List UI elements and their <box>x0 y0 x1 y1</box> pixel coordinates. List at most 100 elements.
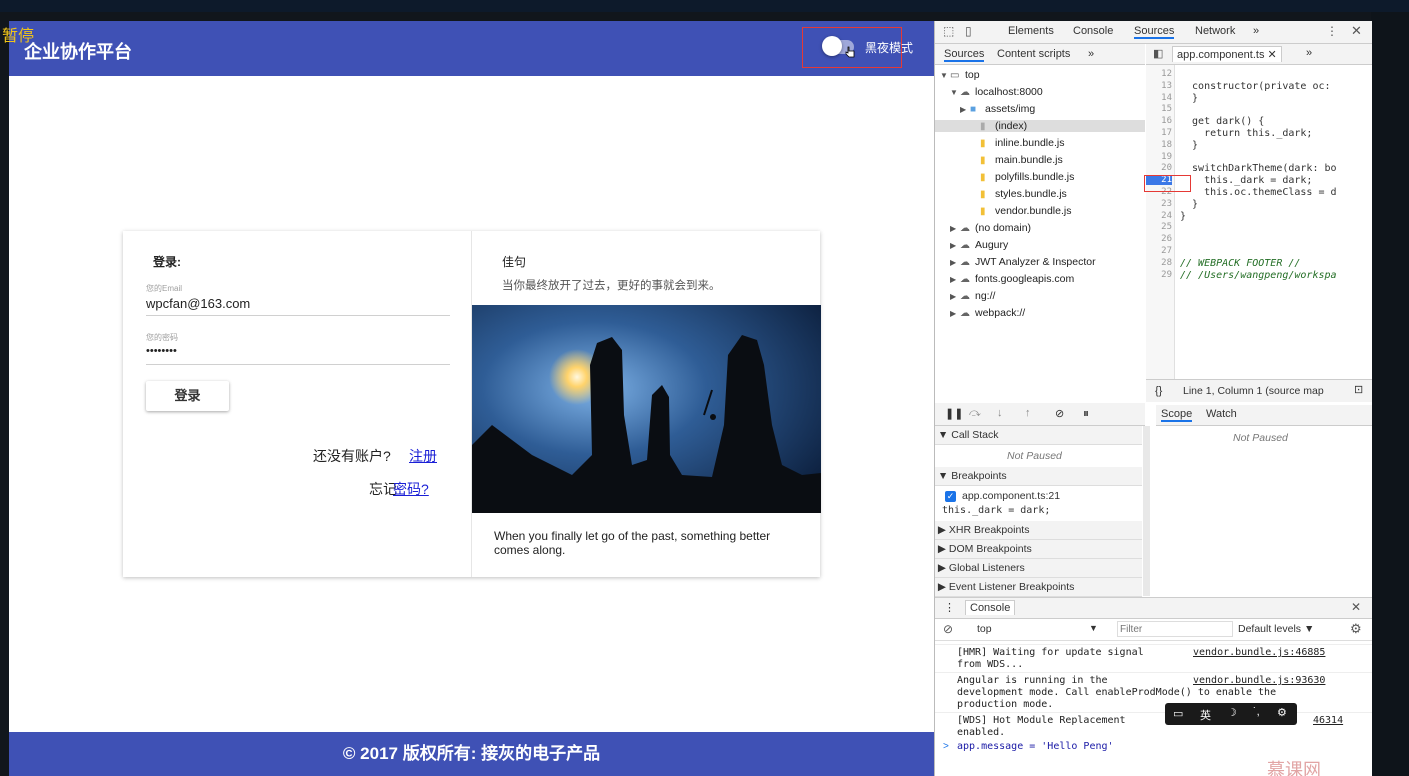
pause-on-exceptions-icon[interactable]: ⏸ <box>1083 406 1089 421</box>
tab-elements[interactable]: Elements <box>1008 25 1054 37</box>
step-into-icon[interactable]: ↓ <box>997 407 1003 419</box>
pretty-print-icon[interactable]: {} <box>1155 385 1162 397</box>
line-number[interactable]: 24 <box>1146 211 1172 221</box>
tree-toggle-icon[interactable]: ▶ <box>950 241 960 250</box>
close-drawer-icon[interactable]: ✕ <box>1351 600 1361 614</box>
line-number[interactable]: 26 <box>1146 234 1172 244</box>
tree-item[interactable]: ▮ (index) <box>935 120 1145 132</box>
forgot-password-link[interactable]: 密码? <box>393 479 429 499</box>
tree-toggle-icon[interactable]: ▶ <box>950 258 960 267</box>
xhr-breakpoints-section[interactable]: ▶ XHR Breakpoints <box>935 521 1142 540</box>
password-field[interactable]: •••••••• <box>146 345 177 357</box>
tree-toggle-icon[interactable]: ▶ <box>950 309 960 318</box>
context-dropdown-icon[interactable]: ▼ <box>1089 623 1098 633</box>
line-number[interactable]: 28 <box>1146 258 1172 268</box>
keyboard-icon[interactable]: ▭ <box>1173 707 1183 720</box>
tree-item[interactable]: ▼ ☁ localhost:8000 <box>950 86 1043 98</box>
code-editor[interactable]: 12 13 constructor(private oc: 14 } 15 16 get… <box>1146 65 1372 379</box>
close-tab-icon[interactable]: ✕ <box>1268 49 1277 61</box>
register-link[interactable]: 注册 <box>409 446 437 466</box>
call-stack-section[interactable]: ▼ Call Stack <box>935 426 1142 445</box>
step-over-icon[interactable]: ⤼ <box>969 407 981 420</box>
event-listener-breakpoints-section[interactable]: ▶ Event Listener Breakpoints <box>935 578 1142 597</box>
tab-network[interactable]: Network <box>1195 25 1235 37</box>
line-number[interactable]: 17 <box>1146 128 1172 138</box>
device-toggle-icon[interactable]: ▯ <box>965 24 972 38</box>
line-number[interactable]: 29 <box>1146 270 1172 280</box>
tree-item[interactable]: ▮ main.bundle.js <box>970 154 1063 166</box>
log-levels-dropdown[interactable]: Default levels ▼ <box>1238 623 1314 635</box>
tab-content-scripts[interactable]: Content scripts <box>997 48 1070 60</box>
toggle-navigator-icon[interactable]: ◧ <box>1153 47 1163 60</box>
context-selector[interactable]: top <box>977 623 992 635</box>
breakpoint-checkbox[interactable]: ✓ <box>945 491 956 502</box>
tab-nav-sources[interactable]: Sources <box>944 48 985 62</box>
line-number[interactable]: 16 <box>1146 116 1172 126</box>
drawer-menu-icon[interactable]: ⋮ <box>944 601 955 614</box>
console-source-link[interactable]: 46314 <box>1313 715 1343 726</box>
line-number[interactable]: 23 <box>1146 199 1172 209</box>
tab-console[interactable]: Console <box>1073 25 1113 37</box>
tree-toggle-icon[interactable]: ▶ <box>960 105 970 114</box>
tree-toggle-icon[interactable]: ▶ <box>950 275 960 284</box>
tree-item[interactable]: ▶ ☁ fonts.googleapis.com <box>950 273 1074 285</box>
tree-toggle-icon[interactable]: ▼ <box>940 71 950 80</box>
tree-item[interactable]: ▶ ☁ ng:// <box>950 290 995 302</box>
file-tab[interactable]: app.component.ts ✕ <box>1172 46 1282 62</box>
tree-item[interactable]: ▮ styles.bundle.js <box>970 188 1067 200</box>
line-number[interactable]: 20 <box>1146 163 1172 173</box>
tree-toggle-icon[interactable]: ▶ <box>950 292 960 301</box>
step-out-icon[interactable]: ↑ <box>1025 407 1031 419</box>
toggle-knob[interactable] <box>822 36 842 56</box>
ime-settings-icon[interactable]: ⚙ <box>1277 706 1287 719</box>
editor-more-icon[interactable]: » <box>1306 47 1312 59</box>
login-button[interactable]: 登录 <box>146 381 229 411</box>
tab-sources[interactable]: Sources <box>1134 25 1175 39</box>
tab-watch[interactable]: Watch <box>1206 408 1237 420</box>
close-icon[interactable]: ✕ <box>1351 23 1362 39</box>
line-number[interactable]: 25 <box>1146 222 1172 232</box>
tab-more[interactable]: » <box>1253 25 1259 37</box>
email-field[interactable]: wpcfan@163.com <box>146 296 250 311</box>
console-settings-gear-icon[interactable]: ⚙ <box>1350 621 1362 637</box>
console-input[interactable]: app.message = 'Hello Peng' <box>957 741 1114 752</box>
breakpoint-file[interactable]: app.component.ts:21 <box>962 490 1060 502</box>
clear-console-icon[interactable]: ⊘ <box>943 622 953 636</box>
tree-item[interactable]: ▶ ☁ JWT Analyzer & Inspector <box>950 256 1096 268</box>
breakpoints-section[interactable]: ▼ Breakpoints <box>935 467 1142 486</box>
tree-item[interactable]: ▶ ☁ Augury <box>950 239 1008 251</box>
line-number[interactable]: 13 <box>1146 81 1172 91</box>
console-tab[interactable]: Console <box>965 600 1016 615</box>
line-number[interactable]: 19 <box>1146 152 1172 162</box>
line-number[interactable]: 12 <box>1146 69 1172 79</box>
dom-breakpoints-section[interactable]: ▶ DOM Breakpoints <box>935 540 1142 559</box>
punctuation-icon[interactable]: ˙, <box>1253 706 1260 718</box>
tree-item[interactable]: ▮ polyfills.bundle.js <box>970 171 1074 183</box>
ime-language[interactable]: 英 <box>1200 707 1211 723</box>
line-number[interactable]: 15 <box>1146 104 1172 114</box>
tree-item[interactable]: ▮ inline.bundle.js <box>970 137 1064 149</box>
kebab-menu-icon[interactable]: ⋮ <box>1326 24 1338 38</box>
line-number[interactable]: 27 <box>1146 246 1172 256</box>
deactivate-breakpoints-icon[interactable]: ⊘ <box>1055 407 1064 420</box>
drawer-toggle-icon[interactable]: ⊡ <box>1354 383 1363 396</box>
global-listeners-section[interactable]: ▶ Global Listeners <box>935 559 1142 578</box>
tree-item[interactable]: ▮ vendor.bundle.js <box>970 205 1071 217</box>
console-source-link[interactable]: vendor.bundle.js:93630 <box>1193 675 1325 686</box>
console-filter-input[interactable] <box>1117 621 1233 637</box>
moon-icon[interactable]: ☽ <box>1227 706 1237 719</box>
tree-toggle-icon[interactable]: ▶ <box>950 224 960 233</box>
tree-item[interactable]: ▼ ▭ top <box>940 69 980 81</box>
tree-item[interactable]: ▶ ☁ (no domain) <box>950 222 1031 234</box>
pause-icon[interactable]: ❚❚ <box>945 407 963 420</box>
tab-nav-more[interactable]: » <box>1088 48 1094 60</box>
line-number[interactable]: 18 <box>1146 140 1172 150</box>
tab-scope[interactable]: Scope <box>1161 408 1193 422</box>
tree-item[interactable]: ▶ ■ assets/img <box>960 103 1035 115</box>
console-source-link[interactable]: vendor.bundle.js:46885 <box>1193 647 1325 658</box>
tree-toggle-icon[interactable]: ▼ <box>950 88 960 97</box>
tree-item[interactable]: ▶ ☁ webpack:// <box>950 307 1025 319</box>
sidebar-scrollbar[interactable] <box>1143 426 1150 596</box>
line-number[interactable]: 14 <box>1146 93 1172 103</box>
inspect-icon[interactable]: ⬚ <box>943 24 954 38</box>
